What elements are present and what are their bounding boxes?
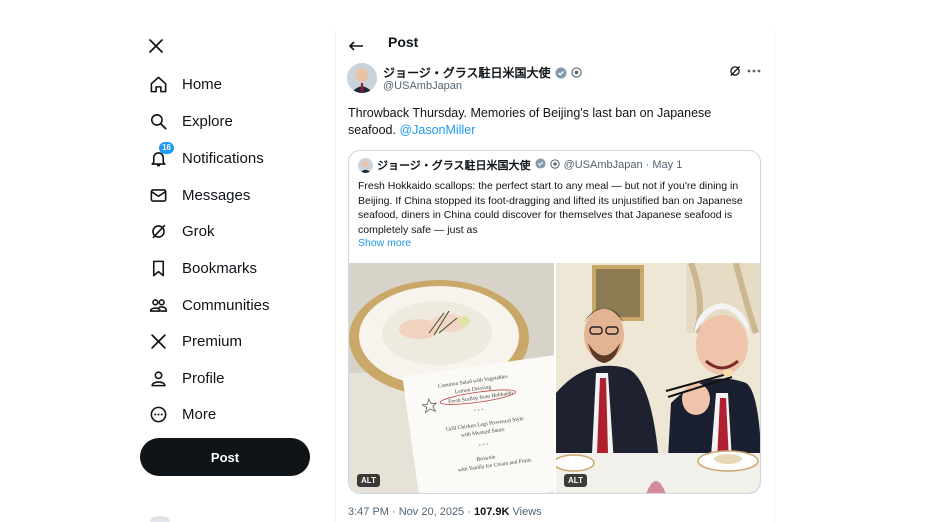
- sidebar-item-label: Communities: [182, 296, 270, 314]
- author-avatar[interactable]: [347, 63, 377, 93]
- x-icon: [148, 331, 168, 351]
- sidebar-item-label: Bookmarks: [182, 259, 258, 277]
- page-title: Post: [388, 34, 419, 50]
- sidebar-item-home[interactable]: Home: [148, 69, 222, 99]
- media-image-diners[interactable]: ALT: [556, 263, 760, 493]
- tweet-text: Throwback Thursday. Memories of Beijing'…: [348, 105, 758, 139]
- grok-explain-icon[interactable]: [728, 64, 742, 78]
- sidebar-item-messages[interactable]: Messages: [148, 180, 250, 210]
- author-row: ジョージ・グラス駐日米国大使: [383, 64, 582, 81]
- post-time[interactable]: 3:47 PM · Nov 20, 2025 ·: [348, 506, 474, 518]
- x-logo-icon[interactable]: [148, 38, 168, 58]
- back-arrow-icon[interactable]: [348, 38, 364, 51]
- sidebar-item-label: More: [182, 405, 217, 423]
- sidebar-item-label: Profile: [182, 369, 225, 387]
- verified-badge-icon: [555, 67, 567, 79]
- sidebar-item-label: Notifications: [182, 149, 264, 167]
- quoted-author-avatar: [358, 157, 373, 173]
- sidebar-item-notifications[interactable]: 16 Notifications: [148, 142, 264, 173]
- sidebar-item-grok[interactable]: Grok: [148, 216, 215, 246]
- sidebar-item-bookmarks[interactable]: Bookmarks: [148, 253, 257, 283]
- people-icon: [148, 295, 168, 315]
- quoted-handle-date: @USAmbJapan · May 1: [563, 159, 683, 171]
- alt-text-badge[interactable]: ALT: [357, 474, 380, 487]
- sidebar-item-premium[interactable]: Premium: [148, 326, 242, 356]
- more-options-icon[interactable]: [746, 64, 762, 78]
- post-button[interactable]: Post: [140, 438, 310, 476]
- quoted-tweet[interactable]: ジョージ・グラス駐日米国大使 @USAmbJapan · May 1 Fresh…: [348, 150, 761, 494]
- quoted-author-name: ジョージ・グラス駐日米国大使: [377, 160, 531, 172]
- quoted-tweet-header: ジョージ・グラス駐日米国大使 @USAmbJapan · May 1: [358, 157, 682, 173]
- sidebar-item-more[interactable]: More: [148, 399, 216, 429]
- views-label: Views: [509, 506, 542, 518]
- envelope-icon: [148, 185, 168, 205]
- affiliation-seal-icon[interactable]: [570, 67, 582, 78]
- views-count: 107.9K: [473, 506, 510, 518]
- show-more-link[interactable]: Show more: [358, 237, 411, 249]
- notification-count-badge: 16: [159, 142, 174, 154]
- grok-icon: [148, 221, 168, 241]
- author-handle[interactable]: @USAmbJapan: [383, 80, 462, 92]
- affiliation-seal-icon: [549, 158, 560, 172]
- tweet-timestamp: 3:47 PM · Nov 20, 2025 · 107.9K Views: [348, 506, 542, 518]
- sidebar-item-label: Home: [182, 75, 223, 93]
- sidebar-item-label: Messages: [182, 186, 251, 204]
- more-circle-icon: [148, 404, 168, 424]
- home-icon: [148, 74, 168, 94]
- sidebar-item-label: Premium: [182, 332, 243, 350]
- sidebar: Home Explore 16 Notifications Messages G…: [140, 30, 330, 522]
- mention-link[interactable]: @JasonMiller: [399, 123, 475, 137]
- quoted-tweet-text: Fresh Hokkaido scallops: the perfect sta…: [358, 180, 743, 236]
- verified-badge-icon: [535, 158, 546, 172]
- bookmark-icon: [148, 258, 168, 278]
- bell-icon: 16: [148, 142, 174, 168]
- sidebar-item-explore[interactable]: Explore: [148, 106, 233, 136]
- sidebar-item-label: Grok: [182, 222, 215, 240]
- person-icon: [148, 368, 168, 388]
- sidebar-item-communities[interactable]: Communities: [148, 290, 270, 320]
- media-image-menu[interactable]: Common Salad with Vegetables Lemon Dress…: [349, 263, 554, 493]
- sidebar-item-profile[interactable]: Profile: [148, 363, 225, 393]
- author-name[interactable]: ジョージ・グラス駐日米国大使: [383, 64, 551, 81]
- sidebar-item-label: Explore: [182, 112, 233, 130]
- alt-text-badge[interactable]: ALT: [564, 474, 587, 487]
- main-column: Post ジョージ・グラス駐日米国大使 @USAmbJapan Throwbac…: [335, 30, 775, 522]
- search-icon: [148, 111, 168, 131]
- account-avatar[interactable]: [150, 516, 170, 522]
